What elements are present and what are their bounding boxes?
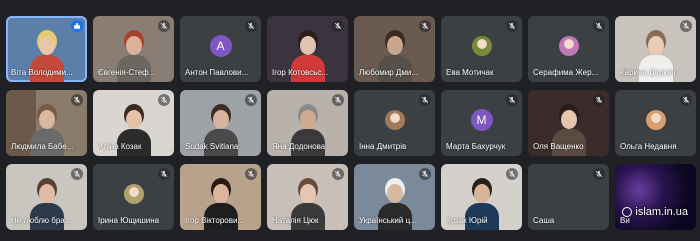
watermark-text: islam.in.ua [635,206,688,218]
mic-off-icon [158,94,170,106]
participant-tile[interactable]: M Марта Бахурчук [441,90,522,156]
participant-name: Аліна Козак [98,142,142,151]
mic-off-icon [506,20,518,32]
participant-tile[interactable]: Ігор Вікторови... [180,164,261,230]
mic-off-icon [158,168,170,180]
participant-tile[interactable]: Ірина Ющишина [93,164,174,230]
mic-off-icon [158,20,170,32]
profile-picture [471,35,492,56]
mic-off-icon [419,94,431,106]
avatar-letter: M [470,108,493,131]
participant-tile[interactable]: Оля Ващенко [528,90,609,156]
participant-tile[interactable]: Карина Деркач [615,16,696,82]
participant-tile[interactable]: Євгенія-Стеф... [93,16,174,82]
participant-name: Серафима Жер... [533,68,599,77]
mic-off-icon [71,94,83,106]
participant-grid: Віта Володими... Євгенія-Стеф... A Антон Па… [6,16,696,230]
participant-name: Ігор Котовсьс... [272,68,329,77]
participant-tile[interactable]: Український ц... [354,164,435,230]
participant-name: Козак Юрій [446,216,488,225]
participant-name: Наталія Цюк [272,216,319,225]
participant-name: Марта Бахурчук [446,142,506,151]
participant-name: Оля Ващенко [533,142,584,151]
participant-tile[interactable]: Sudak Svitlana [180,90,261,156]
mic-off-icon [506,168,518,180]
mic-off-icon [419,20,431,32]
participant-tile[interactable]: Серафима Жер... [528,16,609,82]
mic-off-icon [593,20,605,32]
mic-off-icon [245,20,257,32]
participant-tile[interactable]: Віта Володими... [6,16,87,82]
watermark: islam.in.ua [622,206,688,218]
participant-tile[interactable]: Козак Юрій [441,164,522,230]
profile-picture [645,109,666,130]
participant-tile[interactable]: Любомир Дми... [354,16,435,82]
participant-name: Любомир Дми... [359,68,418,77]
participant-tile[interactable]: Інна Дмитрів [354,90,435,156]
participant-tile[interactable]: Ольга Недавня [615,90,696,156]
participant-name: Ольга Недавня [620,142,677,151]
participant-tile[interactable]: Яна Додонова [267,90,348,156]
mic-off-icon [680,20,692,32]
profile-picture [123,183,144,204]
participant-name: Ева Мотичак [446,68,494,77]
profile-picture [558,35,579,56]
participant-name: Інна Дмитрів [359,142,407,151]
mic-off-icon [245,94,257,106]
participant-name: Ірина Ющишина [98,216,160,225]
participant-name: Український ц... [359,216,417,225]
mic-off-icon [680,94,692,106]
mic-off-icon [332,94,344,106]
logo-icon [622,207,633,217]
mic-off-icon [332,168,344,180]
mic-off-icon [245,168,257,180]
participant-tile[interactable]: Людмила Бабе... [6,90,87,156]
participant-tile[interactable]: Саша [528,164,609,230]
participant-name: Саша [533,216,555,225]
participant-tile[interactable]: Наталія Цюк [267,164,348,230]
participant-name: Євгенія-Стеф... [98,68,156,77]
participant-name: Карина Деркач [620,68,676,77]
avatar-letter: A [209,34,232,57]
audio-level-icon [71,20,83,32]
mic-off-icon [332,20,344,32]
mic-off-icon [419,168,431,180]
participant-tile[interactable]: Не люблю бра... [6,164,87,230]
participant-name: Ігор Вікторови... [185,216,245,225]
participant-tile[interactable]: Ева Мотичак [441,16,522,82]
participant-name: Яна Додонова [272,142,326,151]
mic-off-icon [593,168,605,180]
participant-name: Не люблю бра... [11,216,72,225]
mic-off-icon [71,168,83,180]
participant-name: Віта Володими... [11,68,73,77]
participant-name: Sudak Svitlana [185,142,239,151]
participant-name: Людмила Бабе... [11,142,74,151]
profile-picture [384,109,405,130]
participant-tile[interactable]: Ігор Котовсьс... [267,16,348,82]
participant-tile[interactable]: A Антон Павлови... [180,16,261,82]
participant-name: Антон Павлови... [185,68,249,77]
mic-off-icon [593,94,605,106]
participant-tile[interactable]: Аліна Козак [93,90,174,156]
participant-tile[interactable]: Ви islam.in.ua [615,164,696,230]
mic-off-icon [506,94,518,106]
